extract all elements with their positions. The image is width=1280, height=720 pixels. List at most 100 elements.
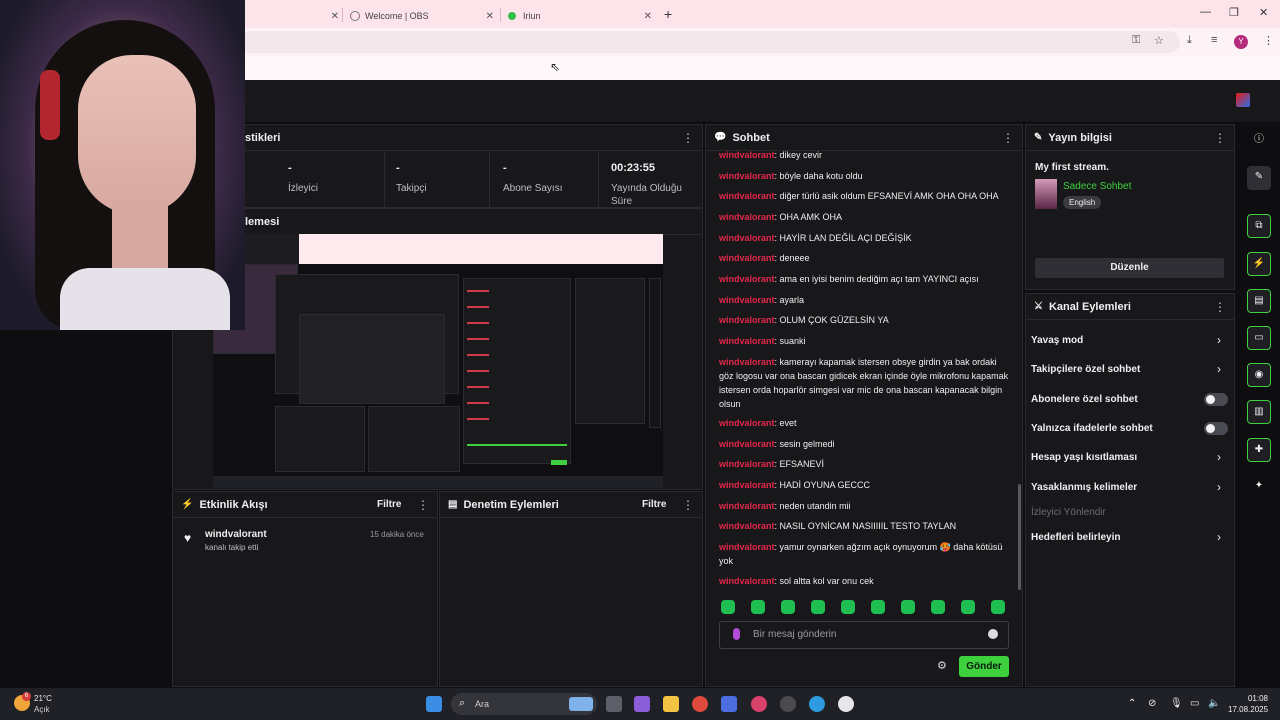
action-slow-mode[interactable]: Yavaş mod xyxy=(1031,335,1083,346)
microphone-tray-icon[interactable]: 🎙 xyxy=(1170,698,1183,709)
download-icon[interactable]: ⤓ xyxy=(1187,34,1192,47)
info-icon[interactable]: ⓘ xyxy=(1247,129,1271,153)
chat-username[interactable]: windvalorant xyxy=(719,150,775,160)
wrench-icon[interactable]: ✚ xyxy=(1247,438,1271,462)
chat-username[interactable]: windvalorant xyxy=(719,542,775,552)
filter-button[interactable]: Filtre xyxy=(642,499,666,510)
chevron-right-icon[interactable]: › xyxy=(1217,362,1221,376)
emote-icon[interactable] xyxy=(931,600,945,614)
chat-username[interactable]: windvalorant xyxy=(719,521,775,531)
display-icon[interactable]: ▭ xyxy=(1190,698,1199,709)
action-banned-words[interactable]: Yasaklanmış kelimeler xyxy=(1031,482,1137,493)
copilot-icon[interactable] xyxy=(634,696,650,712)
tab-close-icon[interactable]: ✕ xyxy=(486,11,494,22)
emote-icon[interactable] xyxy=(961,600,975,614)
chevron-right-icon[interactable]: › xyxy=(1217,530,1221,544)
browser-tab-1[interactable]: ✕ xyxy=(245,4,345,28)
chat-username[interactable]: windvalorant xyxy=(719,459,775,469)
chevron-right-icon[interactable]: › xyxy=(1217,450,1221,464)
emoji-picker-icon[interactable] xyxy=(988,629,998,639)
subscribers-only-toggle[interactable] xyxy=(1204,393,1228,406)
edge-icon[interactable] xyxy=(809,696,825,712)
kebab-menu-icon[interactable]: ⋮ xyxy=(1214,300,1226,314)
volume-icon[interactable]: 🔈 xyxy=(1208,698,1220,709)
chat-icon[interactable]: ▭ xyxy=(1247,326,1271,350)
more-menu-icon[interactable]: ⋮ xyxy=(1263,34,1274,47)
tab-close-icon[interactable]: ✕ xyxy=(644,11,652,22)
chat-username[interactable]: windvalorant xyxy=(719,212,775,222)
clip-icon[interactable]: ⧉ xyxy=(1247,214,1271,238)
chat-username[interactable]: windvalorant xyxy=(719,336,775,346)
send-button[interactable]: Gönder xyxy=(959,656,1009,677)
kebab-menu-icon[interactable]: ⋮ xyxy=(1002,131,1014,145)
iriun-app-icon[interactable] xyxy=(838,696,854,712)
action-goals[interactable]: Hedefleri belirleyin xyxy=(1031,532,1120,543)
chrome-icon[interactable] xyxy=(692,696,708,712)
broadcast-icon[interactable]: ◉ xyxy=(1247,363,1271,387)
emote-icon[interactable] xyxy=(751,600,765,614)
chat-username[interactable]: windvalorant xyxy=(719,315,775,325)
chat-username[interactable]: windvalorant xyxy=(719,576,775,586)
windows-start-icon[interactable] xyxy=(426,696,442,712)
chevron-right-icon[interactable]: › xyxy=(1217,480,1221,494)
chat-username[interactable]: windvalorant xyxy=(719,501,775,511)
maximize-button[interactable]: ❐ xyxy=(1229,6,1239,19)
stream-category[interactable]: Sadece Sohbet xyxy=(1063,181,1131,192)
filter-button[interactable]: Filtre xyxy=(377,499,401,510)
extensions-icon[interactable]: ✦ xyxy=(1247,475,1271,499)
tray-chevron-icon[interactable]: ⌃ xyxy=(1128,698,1136,709)
emote-icon[interactable] xyxy=(811,600,825,614)
emote-icon[interactable] xyxy=(721,600,735,614)
feed-username[interactable]: windvalorant xyxy=(205,529,267,540)
chrome-profile-icon[interactable] xyxy=(751,696,767,712)
layout-icon[interactable]: ▥ xyxy=(1247,400,1271,424)
action-account-age[interactable]: Hesap yaşı kısıtlaması xyxy=(1031,452,1137,463)
task-view-icon[interactable] xyxy=(606,696,622,712)
gear-icon[interactable]: ⚙ xyxy=(937,659,947,672)
file-explorer-icon[interactable] xyxy=(663,696,679,712)
edit-stream-button[interactable]: Düzenle xyxy=(1035,258,1224,278)
browser-tab-obs[interactable]: Welcome | OBS ✕ xyxy=(350,4,500,28)
microphone-icon[interactable] xyxy=(733,628,740,640)
network-off-icon[interactable]: ⊘ xyxy=(1148,698,1156,709)
emote-icon[interactable] xyxy=(901,600,915,614)
store-icon[interactable] xyxy=(721,696,737,712)
chat-username[interactable]: windvalorant xyxy=(719,171,775,181)
kebab-menu-icon[interactable]: ⋮ xyxy=(682,131,694,145)
new-tab-button[interactable]: + xyxy=(664,6,672,22)
emote-icon[interactable] xyxy=(781,600,795,614)
chat-username[interactable]: windvalorant xyxy=(719,233,775,243)
emote-icon[interactable] xyxy=(841,600,855,614)
browser-tab-iriun[interactable]: Iriun ✕ xyxy=(508,4,658,28)
edit-pencil-icon[interactable]: ✎ xyxy=(1247,166,1271,190)
close-window-button[interactable]: ✕ xyxy=(1259,6,1268,19)
chat-scrollbar[interactable] xyxy=(1018,484,1021,590)
chat-username[interactable]: windvalorant xyxy=(719,191,775,201)
profile-avatar[interactable]: Y xyxy=(1234,35,1248,49)
kebab-menu-icon[interactable]: ⋮ xyxy=(417,498,429,512)
stream-preview-video[interactable] xyxy=(213,234,663,488)
minimize-button[interactable]: — xyxy=(1200,6,1211,18)
kebab-menu-icon[interactable]: ⋮ xyxy=(682,498,694,512)
url-field[interactable] xyxy=(240,31,1180,53)
emote-only-toggle[interactable] xyxy=(1204,422,1228,435)
chat-username[interactable]: windvalorant xyxy=(719,480,775,490)
tab-close-icon[interactable]: ✕ xyxy=(331,11,339,22)
chat-username[interactable]: windvalorant xyxy=(719,253,775,263)
chat-username[interactable]: windvalorant xyxy=(719,439,775,449)
chat-username[interactable]: windvalorant xyxy=(719,295,775,305)
chat-username[interactable]: windvalorant xyxy=(719,357,775,367)
action-followers-only[interactable]: Takipçilere özel sohbet xyxy=(1031,364,1140,375)
key-icon[interactable]: ⚿ xyxy=(1132,34,1140,47)
chat-username[interactable]: windvalorant xyxy=(719,274,775,284)
kebab-menu-icon[interactable]: ⋮ xyxy=(1214,131,1226,145)
media-control-icon[interactable]: ≡ xyxy=(1211,34,1217,46)
bookmark-star-icon[interactable]: ☆ xyxy=(1154,34,1164,47)
obs-icon[interactable] xyxy=(780,696,796,712)
weather-temperature[interactable]: 21°C xyxy=(34,694,52,703)
chevron-right-icon[interactable]: › xyxy=(1217,333,1221,347)
emote-icon[interactable] xyxy=(991,600,1005,614)
taskbar-clock[interactable]: 01:08 17.08.2025 xyxy=(1228,693,1268,715)
chat-username[interactable]: windvalorant xyxy=(719,418,775,428)
lightning-icon[interactable]: ⚡ xyxy=(1247,252,1271,276)
